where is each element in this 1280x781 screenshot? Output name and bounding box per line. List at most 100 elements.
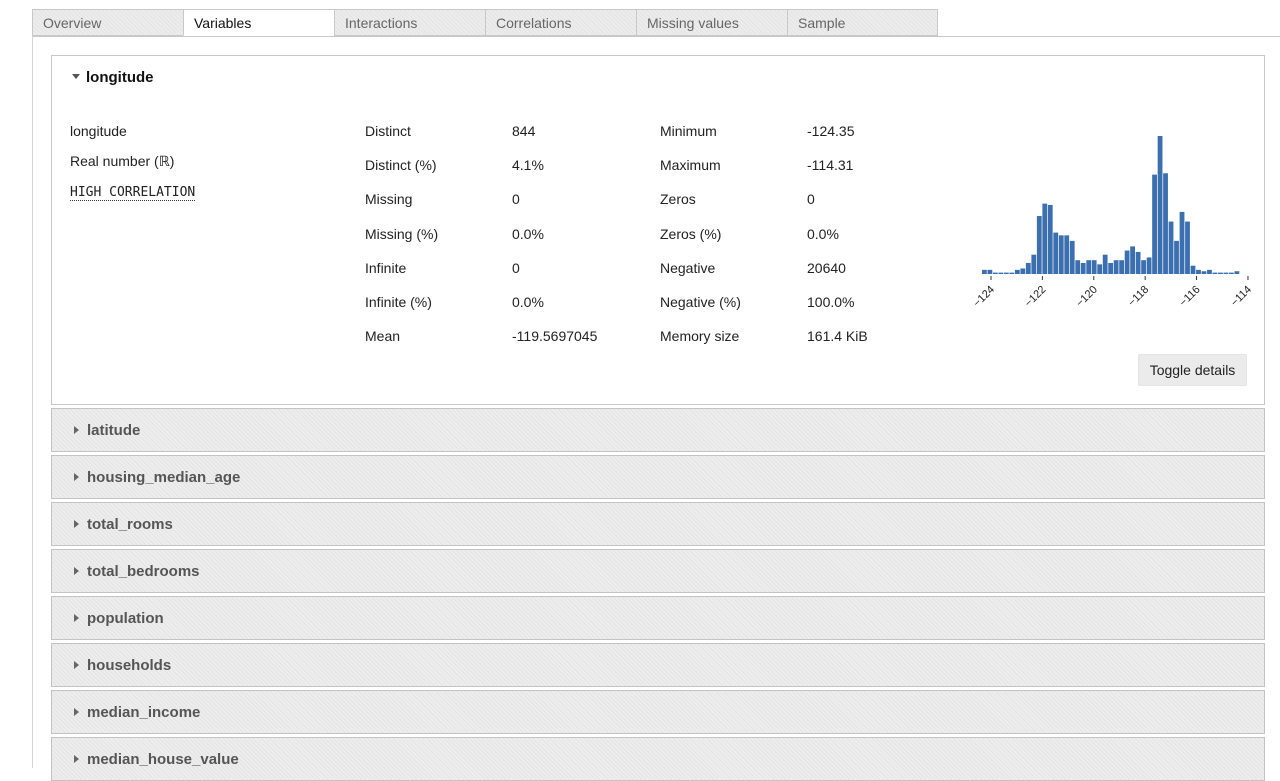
- histogram-bar: [1036, 216, 1042, 274]
- axis-tick-label: −116: [1177, 284, 1202, 308]
- histogram-bar: [998, 272, 1004, 274]
- histogram-bar: [1124, 250, 1130, 274]
- histogram-bar: [1223, 272, 1229, 274]
- variable-panel-median-house-value[interactable]: median_house_value: [51, 737, 1265, 781]
- stat-label: Zeros: [660, 191, 696, 208]
- histogram-bar: [1190, 265, 1196, 274]
- variable-name: median_house_value: [87, 751, 239, 768]
- histogram-bar: [1080, 262, 1086, 274]
- variable-panel-label: housing_median_age: [74, 469, 240, 486]
- variable-panel-label: total_rooms: [74, 516, 173, 533]
- toggle-details-button[interactable]: Toggle details: [1138, 354, 1247, 386]
- stat-value: 161.4 KiB: [807, 328, 868, 345]
- caret-right-icon: [74, 473, 79, 481]
- caret-right-icon: [74, 567, 79, 575]
- variable-title: longitude: [86, 69, 154, 86]
- tab-missing-values[interactable]: Missing values: [636, 9, 787, 36]
- stat-value: 0: [512, 191, 520, 208]
- stat-row: Distinct (%) 4.1%: [365, 157, 597, 191]
- histogram-bar: [1179, 211, 1185, 274]
- variable-name: total_rooms: [87, 516, 173, 533]
- stat-label: Distinct: [365, 123, 411, 139]
- stat-value: -114.31: [807, 157, 854, 174]
- caret-right-icon: [74, 614, 79, 622]
- histogram-bar: [987, 269, 993, 274]
- variable-panel-median-income[interactable]: median_income: [51, 690, 1265, 734]
- histogram-bar: [1201, 271, 1207, 274]
- histogram-bar: [1064, 235, 1070, 274]
- stat-value: 20640: [807, 259, 846, 276]
- variable-name: median_income: [87, 704, 201, 721]
- histogram-bar: [1119, 260, 1125, 274]
- histogram-bar: [1174, 240, 1179, 274]
- tab-bar: Overview Variables Interactions Correlation…: [32, 9, 938, 37]
- histogram-bar: [1130, 246, 1135, 274]
- stats-table-left: Distinct 844 Distinct (%) 4.1% Missing 0 Missi…: [365, 123, 597, 362]
- stat-row: Distinct 844: [365, 123, 597, 157]
- variable-panel-households[interactable]: households: [51, 643, 1265, 687]
- caret-right-icon: [74, 426, 79, 434]
- tab-sample[interactable]: Sample: [787, 9, 938, 36]
- stat-row: Infinite (%) 0.0%: [365, 294, 597, 328]
- histogram-bar: [1229, 272, 1234, 274]
- tab-overview[interactable]: Overview: [32, 9, 183, 36]
- histogram-bar: [1069, 240, 1075, 274]
- tab-variables[interactable]: Variables: [183, 9, 334, 36]
- histogram-chart: −124 −122 −120 −118 −116 −114: [971, 136, 1254, 308]
- histogram-bar: [992, 272, 998, 274]
- histogram-bar: [1047, 205, 1053, 274]
- tab-interactions[interactable]: Interactions: [334, 9, 485, 36]
- stat-row: Infinite 0: [365, 260, 597, 294]
- histogram-bar: [1196, 269, 1201, 274]
- content-left-border: [32, 36, 33, 768]
- variable-name: housing_median_age: [87, 469, 241, 486]
- variable-info: longitude Real number (ℝ) HIGH CORRELATI…: [70, 123, 196, 213]
- stat-row: Minimum -124.35: [660, 123, 868, 157]
- histogram-bar: [1163, 173, 1168, 274]
- histogram-bar: [1168, 221, 1174, 274]
- stat-label: Zeros (%): [660, 225, 722, 242]
- variable-header[interactable]: longitude: [72, 69, 154, 86]
- histogram-bar: [1075, 260, 1081, 274]
- variable-panel-longitude: longitude longitude Real number (ℝ) HIGH…: [51, 55, 1265, 405]
- histogram-bar: [1185, 221, 1190, 274]
- stat-label: Mean: [365, 328, 401, 345]
- histogram-bar: [1042, 203, 1048, 274]
- stat-value: -124.35: [807, 123, 855, 139]
- histogram-bar: [1218, 272, 1223, 274]
- stat-value: 0: [512, 259, 520, 276]
- variable-panel-population[interactable]: population: [51, 596, 1265, 640]
- histogram-bar: [1135, 251, 1141, 274]
- histogram-bar: [1097, 264, 1103, 274]
- histogram-bar: [1025, 262, 1031, 274]
- histogram-bar: [1146, 257, 1152, 274]
- histogram-bar: [1113, 260, 1119, 274]
- histogram-bar: [1031, 254, 1037, 274]
- stat-row: Memory size 161.4 KiB: [660, 328, 868, 362]
- stat-row: Zeros 0: [660, 191, 868, 225]
- histogram-bar: [1108, 262, 1114, 274]
- variable-panel-housing-median-age[interactable]: housing_median_age: [51, 455, 1265, 499]
- tab-correlations[interactable]: Correlations: [485, 9, 636, 36]
- variable-panel-latitude[interactable]: latitude: [51, 408, 1265, 452]
- stat-row: Missing (%) 0.0%: [365, 226, 597, 260]
- alert-badge[interactable]: HIGH CORRELATION: [70, 185, 196, 201]
- tab-content-border: [32, 36, 1280, 37]
- stat-row: Maximum -114.31: [660, 157, 868, 191]
- stat-row: Missing 0: [365, 191, 597, 225]
- stat-row: Negative (%) 100.0%: [660, 294, 868, 328]
- histogram-bar: [1102, 254, 1108, 274]
- stat-row: Zeros (%) 0.0%: [660, 226, 868, 260]
- stat-label: Missing: [365, 191, 413, 208]
- variable-type: Real number (ℝ): [70, 153, 175, 169]
- stat-value: 0.0%: [512, 293, 544, 310]
- stat-label: Maximum: [660, 157, 721, 174]
- histogram-bar: [1152, 174, 1157, 274]
- variable-panel-total-rooms[interactable]: total_rooms: [51, 502, 1265, 546]
- variable-panel-total-bedrooms[interactable]: total_bedrooms: [51, 549, 1265, 593]
- axis-tick-label: −114: [1229, 284, 1254, 308]
- caret-right-icon: [74, 661, 79, 669]
- histogram-bar: [1212, 272, 1218, 274]
- stat-value: -119.5697045: [512, 328, 598, 345]
- variable-name: households: [87, 657, 172, 674]
